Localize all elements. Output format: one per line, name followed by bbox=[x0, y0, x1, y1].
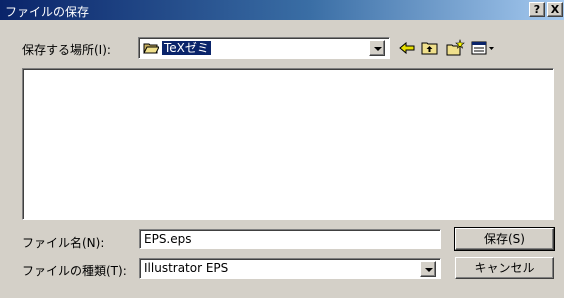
save-in-folder-name: TeXゼミ bbox=[161, 40, 212, 56]
save-button[interactable]: 保存(S) bbox=[454, 227, 555, 251]
file-type-dropdown-button[interactable] bbox=[420, 261, 436, 277]
save-in-combo[interactable]: TeXゼミ bbox=[138, 37, 390, 59]
file-name-input[interactable]: EPS.eps bbox=[139, 229, 441, 249]
file-type-value: Illustrator EPS bbox=[144, 261, 229, 275]
file-list[interactable] bbox=[22, 68, 554, 220]
window-title: ファイルの保存 bbox=[5, 5, 90, 19]
back-arrow-icon[interactable] bbox=[397, 39, 417, 57]
save-in-dropdown-button[interactable] bbox=[369, 40, 385, 56]
new-folder-icon[interactable] bbox=[445, 39, 465, 57]
save-in-label: 保存する場所(I): bbox=[22, 43, 111, 57]
file-name-label: ファイル名(N): bbox=[22, 236, 105, 250]
save-in-folder: TeXゼミ bbox=[143, 40, 212, 56]
up-folder-icon[interactable] bbox=[420, 39, 440, 57]
close-button[interactable]: X bbox=[547, 2, 563, 17]
file-type-label: ファイルの種類(T): bbox=[22, 264, 127, 278]
help-button[interactable]: ? bbox=[529, 2, 545, 17]
view-menu-icon[interactable] bbox=[470, 39, 498, 57]
file-type-combo[interactable]: Illustrator EPS bbox=[139, 258, 441, 279]
cancel-button[interactable]: キャンセル bbox=[455, 257, 554, 279]
title-bar: ファイルの保存 ? X bbox=[0, 0, 564, 20]
file-name-value: EPS.eps bbox=[144, 232, 192, 246]
open-folder-icon bbox=[143, 43, 159, 54]
